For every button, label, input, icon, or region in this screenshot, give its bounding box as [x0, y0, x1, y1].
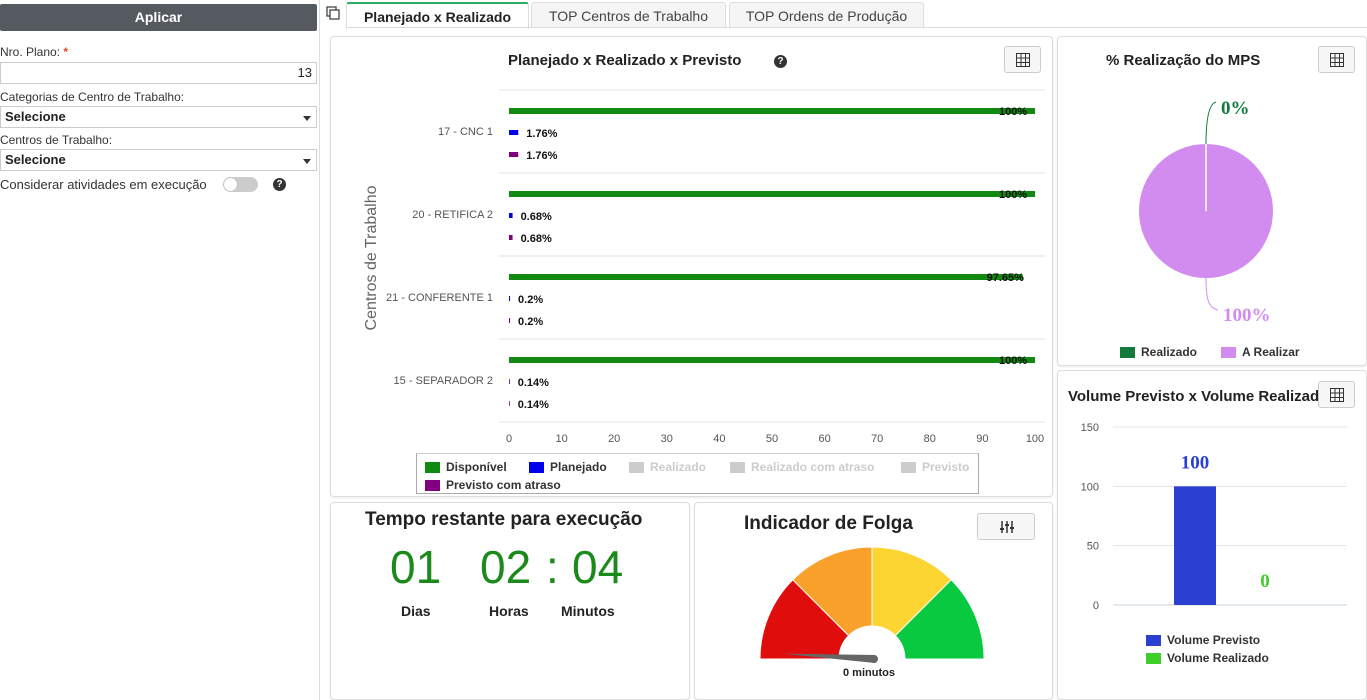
y-tick-label: 100: [1081, 481, 1099, 493]
centers-select[interactable]: Selecione: [0, 149, 317, 171]
tab-top-centros[interactable]: TOP Centros de Trabalho: [531, 2, 726, 28]
mps-pie-plot: 0% 100%: [1139, 98, 1273, 326]
centers-select-value: Selecione: [5, 152, 66, 167]
category-label: 15 - SEPARADOR 2: [394, 375, 493, 387]
bar: [509, 357, 1035, 363]
bar: [509, 213, 513, 218]
bar: [509, 318, 511, 323]
category-label: Categorias de Centro de Trabalho:: [0, 90, 185, 104]
days-value: 01: [390, 541, 442, 593]
gauge-needle-hub: [870, 655, 878, 663]
pie-connector: [1205, 101, 1217, 145]
minutes-value: 04: [572, 541, 624, 593]
x-tick-label: 80: [924, 433, 936, 445]
main-chart-legend: Disponível Planejado Realizado Realizado…: [416, 453, 979, 494]
y-tick-label: 50: [1087, 541, 1099, 553]
y-tick-label: 0: [1093, 600, 1099, 612]
x-tick-label: 30: [661, 433, 673, 445]
data-label: 0.68%: [521, 233, 552, 245]
category-label: 17 - CNC 1: [438, 126, 493, 138]
consider-running-toggle[interactable]: [223, 177, 258, 192]
toggle-knob: [224, 178, 237, 191]
chevron-down-icon: [303, 116, 311, 121]
x-tick-label: 50: [766, 433, 778, 445]
x-tick-label: 70: [871, 433, 883, 445]
data-label: 100%: [999, 355, 1027, 367]
gauge-value-label: 0 minutos: [843, 667, 895, 679]
minutes-label: Minutos: [561, 603, 615, 619]
data-label: 100%: [999, 106, 1027, 118]
data-label: 100: [1181, 452, 1210, 473]
data-label: 1.76%: [526, 150, 557, 162]
data-label: 0: [1260, 571, 1270, 592]
days-label: Dias: [401, 603, 431, 619]
bar: [509, 130, 519, 135]
hours-value: 02: [480, 541, 532, 593]
plan-number-input[interactable]: 13: [0, 62, 317, 84]
bar: [509, 235, 513, 240]
legend-previsto[interactable]: Previsto: [901, 460, 969, 474]
data-label: 0.68%: [521, 211, 552, 223]
centers-label: Centros de Trabalho:: [0, 133, 113, 147]
data-label: 97.65%: [987, 272, 1025, 284]
bar: [509, 191, 1035, 197]
legend-volume-realizado[interactable]: Volume Realizado: [1146, 651, 1269, 665]
y-axis-label: Centros de Trabalho: [363, 185, 380, 330]
legend-planejado[interactable]: Planejado: [529, 460, 607, 474]
main-chart-plot: 17 - CNC 1 100% 1.76% 1.76% 20 - RETIFICA 2 1…: [363, 89, 1045, 445]
bar: [509, 401, 510, 406]
legend-a-realizar[interactable]: A Realizar: [1221, 345, 1300, 359]
data-label: 0.2%: [518, 294, 543, 306]
x-tick-label: 90: [976, 433, 988, 445]
bar: [509, 274, 1023, 280]
x-tick-label: 40: [713, 433, 725, 445]
tab-top-ordens[interactable]: TOP Ordens de Produção: [729, 2, 924, 28]
hours-label: Horas: [489, 603, 529, 619]
pie-label: 100%: [1223, 305, 1271, 326]
legend-previsto-atraso[interactable]: Previsto com atraso: [425, 478, 561, 492]
category-label: 20 - RETIFICA 2: [412, 209, 493, 221]
legend-realizado-mps[interactable]: Realizado: [1120, 345, 1197, 359]
bar: [509, 152, 519, 157]
tab-planejado-realizado[interactable]: Planejado x Realizado: [346, 2, 529, 29]
chevron-down-icon: [303, 159, 311, 164]
legend-realizado[interactable]: Realizado: [629, 460, 706, 474]
required-asterisk: *: [63, 45, 69, 59]
data-label: 0.14%: [518, 377, 549, 389]
legend-volume-previsto[interactable]: Volume Previsto: [1146, 633, 1260, 647]
bar: [509, 296, 511, 301]
legend-disponivel[interactable]: Disponível: [425, 460, 507, 474]
tab-divider: [346, 27, 1367, 28]
x-tick-label: 100: [1026, 433, 1044, 445]
bar: [1174, 486, 1216, 605]
x-tick-label: 0: [506, 433, 512, 445]
bar: [509, 379, 510, 384]
x-tick-label: 60: [818, 433, 830, 445]
remaining-time-title: Tempo restante para execução: [365, 509, 643, 530]
x-tick-label: 10: [555, 433, 567, 445]
time-separator: :: [546, 541, 559, 593]
filter-sidebar: Aplicar Nro. Plano: * 13 Categorias de C…: [0, 0, 320, 700]
y-tick-label: 150: [1081, 422, 1099, 434]
category-select-value: Selecione: [5, 109, 66, 124]
data-label: 0.2%: [518, 316, 543, 328]
apply-button[interactable]: Aplicar: [0, 4, 317, 31]
data-label: 1.76%: [526, 128, 557, 140]
plan-label: Nro. Plano: *: [0, 45, 68, 59]
category-select[interactable]: Selecione: [0, 106, 317, 128]
pie-label: 0%: [1221, 98, 1250, 119]
consider-label: Considerar atividades em execução: [0, 177, 207, 192]
legend-realizado-atraso[interactable]: Realizado com atraso: [730, 460, 874, 474]
data-label: 0.14%: [518, 399, 549, 411]
help-icon[interactable]: ?: [273, 178, 286, 191]
category-label: 21 - CONFERENTE 1: [386, 292, 493, 304]
bar: [509, 108, 1035, 114]
x-tick-label: 20: [608, 433, 620, 445]
plan-label-text: Nro. Plano:: [0, 45, 61, 59]
pie-connector: [1205, 277, 1219, 311]
collapse-panels-icon[interactable]: [326, 6, 340, 25]
remaining-time-panel: [330, 502, 690, 700]
data-label: 100%: [999, 189, 1027, 201]
